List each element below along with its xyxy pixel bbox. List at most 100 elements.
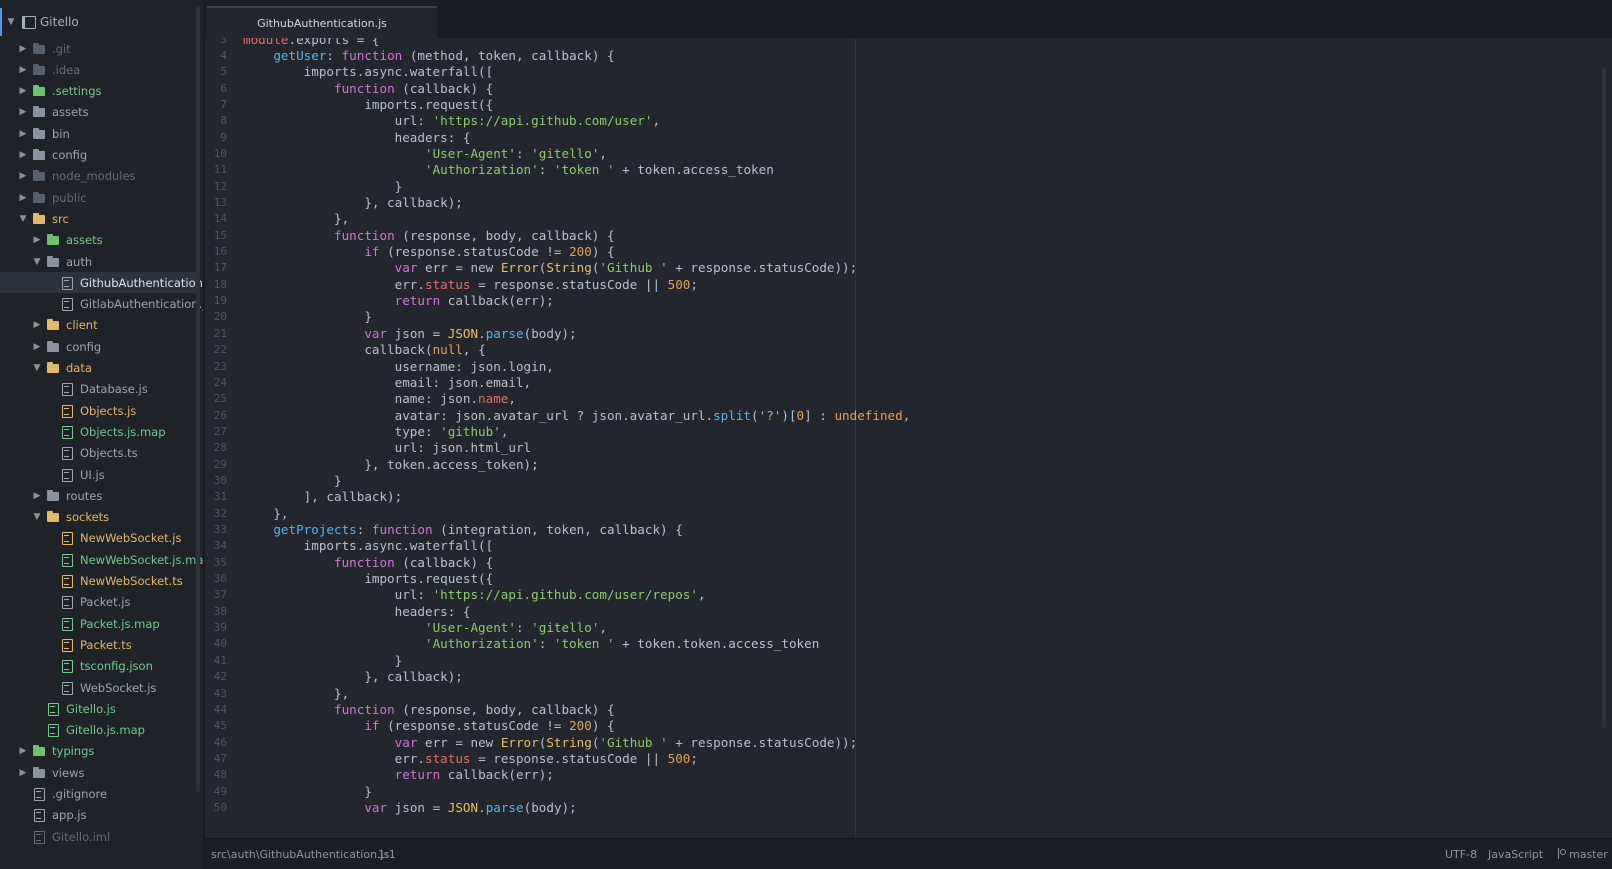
- tree-folder[interactable]: ▶ typings: [0, 741, 200, 762]
- code-line[interactable]: 41 }: [205, 653, 1605, 669]
- code-line[interactable]: 14 },: [205, 211, 1605, 227]
- code-line[interactable]: 22 callback(null, {: [205, 342, 1605, 358]
- editor-scrollbar[interactable]: [1602, 68, 1606, 728]
- code-line[interactable]: 27 type: 'github',: [205, 424, 1605, 440]
- code-line[interactable]: 35 function (callback) {: [205, 555, 1605, 571]
- code-editor[interactable]: 3 module.exports = {4 getUser: function (…: [205, 38, 1612, 838]
- code-line[interactable]: 26 avatar: json.avatar_url ? json.avatar…: [205, 408, 1605, 424]
- code-line[interactable]: 50 var json = JSON.parse(body);: [205, 800, 1605, 816]
- code-line[interactable]: 21 var json = JSON.parse(body);: [205, 326, 1605, 342]
- code-line[interactable]: 31 ], callback);: [205, 489, 1605, 505]
- tree-file[interactable]: ▶Gitello.iml: [0, 826, 200, 847]
- code-line[interactable]: 19 return callback(err);: [205, 293, 1605, 309]
- code-line[interactable]: 44 function (response, body, callback) {: [205, 702, 1605, 718]
- tree-file[interactable]: ▶Packet.js: [0, 592, 200, 613]
- encoding-indicator[interactable]: UTF-8: [1445, 848, 1477, 861]
- code-line[interactable]: 39 'User-Agent': 'gitello',: [205, 620, 1605, 636]
- tree-file[interactable]: ▶NewWebSocket.js: [0, 528, 200, 549]
- chevron-right-icon[interactable]: ▶: [32, 341, 42, 353]
- code-line[interactable]: 38 headers: {: [205, 604, 1605, 620]
- code-line[interactable]: 4 getUser: function (method, token, call…: [205, 48, 1605, 64]
- code-line[interactable]: 10 'User-Agent': 'gitello',: [205, 146, 1605, 162]
- cursor-position[interactable]: 1:1: [378, 848, 396, 861]
- code-line[interactable]: 9 headers: {: [205, 130, 1605, 146]
- chevron-right-icon[interactable]: ▶: [18, 192, 28, 204]
- chevron-right-icon[interactable]: ▶: [32, 234, 42, 246]
- code-line[interactable]: 7 imports.request({: [205, 97, 1605, 113]
- tree-folder[interactable]: ▶ .git: [0, 38, 200, 59]
- chevron-right-icon[interactable]: ▶: [18, 745, 28, 757]
- tree-file[interactable]: ▶Objects.js.map: [0, 421, 200, 442]
- code-line[interactable]: 40 'Authorization': 'token ' + token.tok…: [205, 636, 1605, 652]
- tree-folder[interactable]: ▶ assets: [0, 230, 200, 251]
- tree-file[interactable]: ▶UI.js: [0, 464, 200, 485]
- tree-file[interactable]: ▶NewWebSocket.ts: [0, 571, 200, 592]
- chevron-right-icon[interactable]: ▶: [18, 106, 28, 118]
- code-line[interactable]: 17 var err = new Error(String('Github ' …: [205, 260, 1605, 276]
- code-line[interactable]: 48 return callback(err);: [205, 767, 1605, 783]
- file-path[interactable]: src\auth\GithubAuthentication.js: [211, 848, 389, 861]
- chevron-right-icon[interactable]: ▶: [18, 170, 28, 182]
- code-line[interactable]: 24 email: json.email,: [205, 375, 1605, 391]
- code-line[interactable]: 12 }: [205, 179, 1605, 195]
- tree-file[interactable]: ▶NewWebSocket.js.map: [0, 549, 203, 570]
- chevron-right-icon[interactable]: ▶: [18, 128, 28, 140]
- tree-folder[interactable]: ▶ config: [0, 145, 200, 166]
- branch-indicator[interactable]: master: [1557, 848, 1608, 861]
- tree-folder[interactable]: ▼ sockets: [0, 507, 200, 528]
- tree-folder[interactable]: ▶ client: [0, 315, 200, 336]
- code-line[interactable]: 13 }, callback);: [205, 195, 1605, 211]
- chevron-right-icon[interactable]: ▶: [18, 64, 28, 76]
- code-line[interactable]: 11 'Authorization': 'token ' + token.acc…: [205, 162, 1605, 178]
- code-line[interactable]: 46 var err = new Error(String('Github ' …: [205, 735, 1605, 751]
- chevron-down-icon[interactable]: ▼: [32, 362, 42, 374]
- code-line[interactable]: 3 module.exports = {: [205, 38, 1605, 48]
- code-line[interactable]: 25 name: json.name,: [205, 391, 1605, 407]
- tree-file[interactable]: ▶GithubAuthentication.js: [0, 272, 203, 294]
- tree-file[interactable]: ▶tsconfig.json: [0, 656, 200, 677]
- tree-folder[interactable]: ▼ auth: [0, 251, 200, 272]
- code-line[interactable]: 33 getProjects: function (integration, t…: [205, 522, 1605, 538]
- tree-file[interactable]: ▶WebSocket.js: [0, 677, 200, 698]
- tree-folder[interactable]: ▶ config: [0, 336, 200, 357]
- tree-folder[interactable]: ▼ src: [0, 208, 200, 229]
- chevron-down-icon[interactable]: ▼: [18, 213, 28, 225]
- code-line[interactable]: 15 function (response, body, callback) {: [205, 228, 1605, 244]
- code-line[interactable]: 23 username: json.login,: [205, 359, 1605, 375]
- code-line[interactable]: 18 err.status = response.statusCode || 5…: [205, 277, 1605, 293]
- tree-folder[interactable]: ▶ .settings: [0, 81, 200, 102]
- code-line[interactable]: 6 function (callback) {: [205, 81, 1605, 97]
- tree-folder[interactable]: ▶ views: [0, 762, 200, 783]
- code-line[interactable]: 16 if (response.statusCode != 200) {: [205, 244, 1605, 260]
- tree-folder[interactable]: ▶ node_modules: [0, 166, 200, 187]
- code-line[interactable]: 34 imports.async.waterfall([: [205, 538, 1605, 554]
- code-line[interactable]: 47 err.status = response.statusCode || 5…: [205, 751, 1605, 767]
- code-line[interactable]: 42 }, callback);: [205, 669, 1605, 685]
- tab-github-authentication[interactable]: GithubAuthentication.js: [207, 6, 437, 38]
- tree-file[interactable]: ▶GitlabAuthentication.js: [0, 294, 203, 315]
- tree-folder[interactable]: ▶ routes: [0, 485, 200, 506]
- tree-file[interactable]: ▶Gitello.js.map: [0, 720, 200, 741]
- project-root[interactable]: ▼ Gitello: [0, 8, 200, 36]
- tree-file[interactable]: ▶Objects.ts: [0, 443, 200, 464]
- code-line[interactable]: 36 imports.request({: [205, 571, 1605, 587]
- tree-file[interactable]: ▶Objects.js: [0, 400, 200, 421]
- tree-file[interactable]: ▶Packet.js.map: [0, 613, 200, 634]
- code-line[interactable]: 43 },: [205, 686, 1605, 702]
- chevron-right-icon[interactable]: ▶: [18, 85, 28, 97]
- code-line[interactable]: 5 imports.async.waterfall([: [205, 64, 1605, 80]
- chevron-down-icon[interactable]: ▼: [6, 16, 16, 28]
- code-line[interactable]: 30 }: [205, 473, 1605, 489]
- chevron-down-icon[interactable]: ▼: [32, 256, 42, 268]
- tree-folder[interactable]: ▶ .idea: [0, 59, 200, 80]
- chevron-right-icon[interactable]: ▶: [32, 319, 42, 331]
- code-line[interactable]: 49 }: [205, 784, 1605, 800]
- chevron-right-icon[interactable]: ▶: [18, 43, 28, 55]
- tree-folder[interactable]: ▼ data: [0, 358, 200, 379]
- code-line[interactable]: 32 },: [205, 506, 1605, 522]
- tree-file[interactable]: ▶Packet.ts: [0, 634, 200, 655]
- code-line[interactable]: 20 }: [205, 309, 1605, 325]
- tree-file[interactable]: ▶Gitello.js: [0, 698, 200, 719]
- code-line[interactable]: 45 if (response.statusCode != 200) {: [205, 718, 1605, 734]
- chevron-down-icon[interactable]: ▼: [32, 511, 42, 523]
